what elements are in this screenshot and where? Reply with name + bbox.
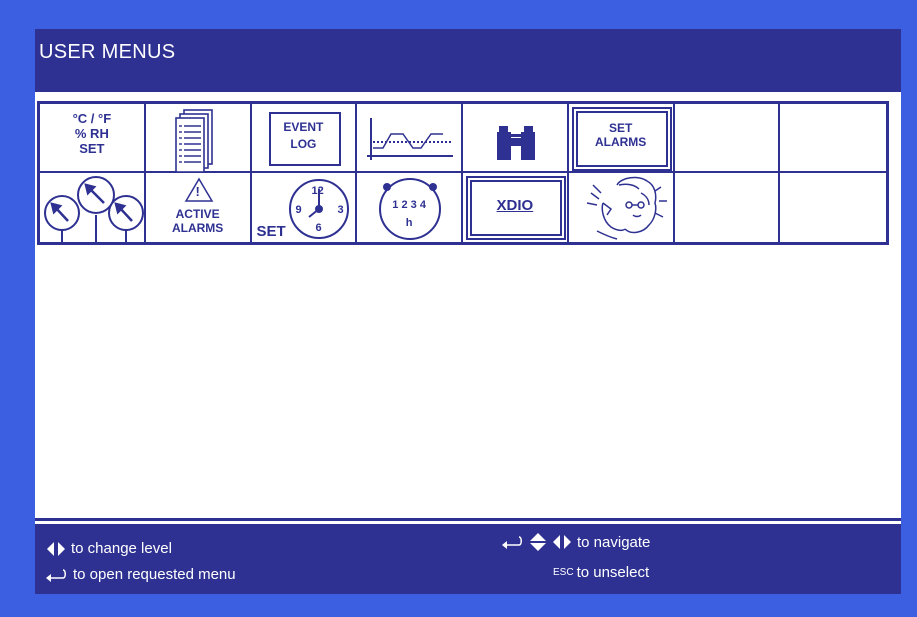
help-navigate: to navigate bbox=[501, 532, 650, 552]
timer-unit: h bbox=[405, 217, 413, 229]
menu-gauges[interactable] bbox=[40, 173, 146, 243]
footer-divider bbox=[35, 518, 901, 521]
gauges-icon bbox=[44, 176, 144, 243]
page-title: USER MENUS bbox=[39, 41, 176, 63]
title-bar: USER MENUS bbox=[35, 29, 901, 90]
menu-set-alarms[interactable]: SET ALARMS bbox=[568, 104, 675, 173]
trend-graph-icon bbox=[367, 118, 454, 160]
menu-event-log[interactable]: EVENT LOG bbox=[251, 104, 358, 173]
enter-key-icon bbox=[46, 568, 66, 582]
active-text: ACTIVE bbox=[175, 207, 220, 221]
service-person-phone-icon bbox=[586, 176, 667, 240]
set-alarms-line2: ALARMS bbox=[594, 134, 647, 149]
menu-empty-2-7[interactable] bbox=[675, 173, 781, 242]
menu-timer[interactable]: 1 2 3 4 h bbox=[357, 173, 463, 242]
enter-key-icon bbox=[502, 536, 522, 549]
temp-rh-set-label: °C / °F % RH SET bbox=[40, 111, 144, 157]
set-text: SET bbox=[79, 140, 105, 156]
esc-key-label: ESC bbox=[553, 567, 574, 578]
clock-9: 9 bbox=[295, 204, 302, 216]
alarms-text: ALARMS bbox=[171, 220, 224, 235]
open-menu-text: to open requested menu bbox=[73, 566, 236, 583]
menu-trend-graph[interactable] bbox=[357, 104, 463, 173]
menu-empty-1-8[interactable] bbox=[780, 104, 886, 173]
menu-temp-rh-set[interactable]: °C / °F % RH SET bbox=[40, 104, 146, 173]
log-text: LOG bbox=[290, 136, 317, 151]
change-level-text: to change level bbox=[71, 540, 172, 557]
set-alarms-label: SET ALARMS bbox=[569, 121, 673, 150]
menu-set-clock[interactable]: 12 3 6 9 SET bbox=[252, 173, 358, 242]
help-change-level: to change level bbox=[47, 540, 172, 557]
event-log-label: EVENT LOG bbox=[252, 120, 356, 152]
clock-6: 6 bbox=[315, 222, 322, 234]
set-clock-label: SET bbox=[256, 223, 286, 240]
xdio-label: XDIO bbox=[496, 197, 534, 214]
clock-3: 3 bbox=[337, 204, 344, 216]
menu-service-contact[interactable] bbox=[569, 173, 675, 242]
menu-active-alarms[interactable]: ! ACTIVE ALARMS bbox=[146, 173, 252, 242]
document-list-icon bbox=[174, 109, 213, 173]
menu-grid: °C / °F % RH SET EVENT LOG SET ALARMS ! … bbox=[37, 101, 889, 245]
active-alarms-label: ACTIVE ALARMS bbox=[146, 207, 250, 236]
arrow-up-down-icon bbox=[530, 533, 546, 551]
menu-empty-2-8[interactable] bbox=[780, 173, 886, 242]
arrow-left-right-icon bbox=[47, 541, 65, 556]
title-divider bbox=[35, 90, 901, 92]
footer-help-bar: to change level to open requested menu t bbox=[35, 524, 901, 594]
temp-units-text: °C / °F bbox=[72, 111, 112, 126]
menu-document-list[interactable] bbox=[145, 104, 252, 173]
help-unselect: ESC to unselect bbox=[553, 564, 649, 581]
screen: USER MENUS °C / °F % RH SET EVENT LOG SE… bbox=[35, 29, 901, 594]
timer-digits: 1 2 3 4 bbox=[392, 199, 426, 211]
menu-empty-1-7[interactable] bbox=[674, 104, 781, 173]
help-open-menu: to open requested menu bbox=[45, 566, 236, 583]
binoculars-icon bbox=[497, 126, 535, 160]
menu-xdio[interactable]: XDIO bbox=[463, 173, 569, 242]
menu-binoculars[interactable] bbox=[463, 104, 569, 173]
unselect-text: to unselect bbox=[576, 564, 650, 581]
event-text: EVENT bbox=[283, 120, 324, 134]
set-alarms-line1: SET bbox=[608, 121, 633, 135]
navigate-text: to navigate bbox=[577, 533, 651, 551]
warning-symbol: ! bbox=[195, 184, 200, 199]
arrow-left-right-icon bbox=[553, 535, 571, 549]
clock-12: 12 bbox=[311, 185, 324, 197]
rh-text: % RH bbox=[74, 125, 109, 141]
